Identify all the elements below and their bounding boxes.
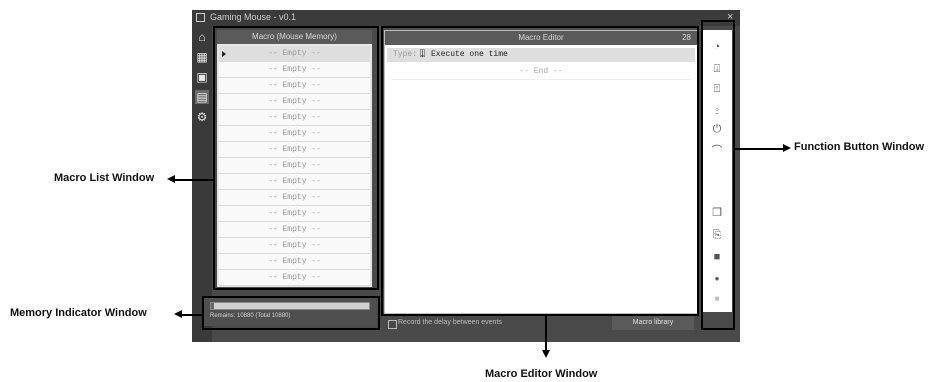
window-icon[interactable]: ▣ [195,70,209,84]
editor-arrow [542,350,550,358]
macro-icon[interactable]: ▤ [195,90,209,104]
editor-callout-line [545,316,547,350]
macro-library-button[interactable]: Macro library [612,316,694,330]
macro-list-callout: Macro List Window [54,172,155,184]
function-callout: Function Button Window [794,141,925,153]
record-delay-checkbox[interactable] [388,320,397,329]
home-icon[interactable]: ⌂ [195,30,209,44]
window-title: Gaming Mouse - v0.1 [210,12,297,22]
macro-list-arrow [167,175,175,183]
memory-callout-line [182,314,202,316]
editor-outline [381,26,699,316]
editor-callout: Macro Editor Window [485,368,598,380]
function-arrow [783,144,791,152]
gear-icon[interactable]: ⚙ [195,110,209,124]
app-icon [196,13,205,22]
function-callout-line [735,148,783,150]
macro-list-outline [213,26,379,290]
memory-arrow [174,310,182,318]
memory-outline [202,296,380,330]
memory-callout: Memory Indicator Window [10,307,147,319]
grid-icon[interactable]: ▦ [195,50,209,64]
function-outline [701,20,735,330]
title-bar: Gaming Mouse - v0.1 × [192,10,740,26]
macro-list-callout-line [175,179,213,181]
sidebar: ⌂ ▦ ▣ ▤ ⚙ [192,26,212,342]
record-delay-label: Record the delay between events [398,319,502,326]
